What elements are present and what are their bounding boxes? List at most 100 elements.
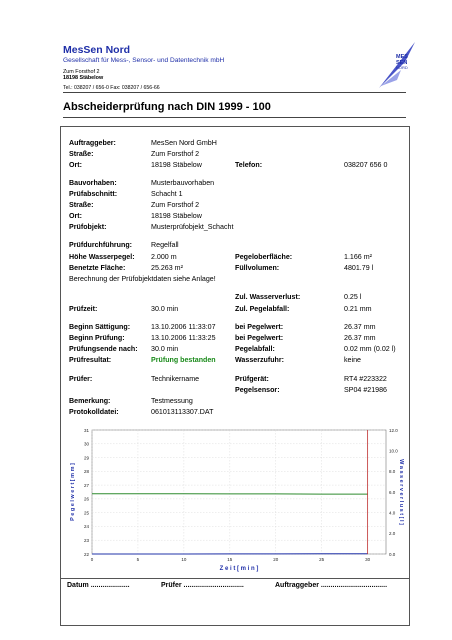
fuellvolumen-value: 4801.79 l: [344, 264, 374, 272]
client-strasse-value: Zum Forsthof 2: [151, 150, 200, 158]
company-name: MesSen Nord: [63, 44, 131, 56]
pruefgeraet-value: RT4 #223322: [344, 375, 387, 383]
company-city: 18198 Stäbelow: [63, 75, 104, 81]
wasserzufuhr-label: Wasserzufuhr:: [235, 356, 285, 364]
x-tick-label: 0: [91, 557, 94, 562]
wasserpegel-value: 2.000 m: [151, 253, 177, 261]
pruefer-label: Prüfer:: [69, 375, 93, 383]
y-right-axis-label: W a s s e r v e r l u s t [ l ]: [398, 459, 404, 525]
pruefresultat-label: Prüfresultat:: [69, 356, 112, 364]
pruefabschnitt-label: Prüfabschnitt:: [69, 190, 118, 198]
y-left-tick-label: 22: [84, 552, 90, 557]
y-left-tick-label: 25: [84, 510, 90, 515]
pegelabfall-label: Pegelabfall:: [235, 345, 275, 353]
y-right-tick-label: 4.0: [389, 510, 396, 515]
y-right-tick-label: 10.0: [389, 448, 398, 453]
y-right-tick-label: 0.0: [389, 552, 396, 557]
footer-divider: [60, 578, 410, 579]
pegel-chart: 22 23 24 25 26 27 28 29 30 31 0.0 2.0 4.0 6.0 8.0 10.0 1…: [70, 428, 404, 572]
header-divider: [63, 92, 406, 93]
x-tick-label: 30: [365, 557, 371, 562]
y-right-tick-label: 6.0: [389, 490, 396, 495]
page-title: Abscheiderprüfung nach DIN 1999 - 100: [63, 101, 271, 113]
pruefresultat-value: Prüfung bestanden: [151, 356, 216, 364]
messen-logo: MES SEN NORD: [379, 42, 415, 88]
zul-wasserverlust-value: 0.25 l: [344, 293, 362, 301]
wasserpegel-label: Höhe Wasserpegel:: [69, 253, 135, 261]
berechnung-note: Berechnung der Prüfobjektdaten siehe Anl…: [69, 275, 216, 283]
beginn-saettigung-label: Beginn Sättigung:: [69, 323, 131, 331]
x-tick-label: 15: [227, 557, 233, 562]
chart-plot-area: [91, 429, 387, 555]
bemerkung-value: Testmessung: [151, 397, 193, 405]
client-ort-value: 18198 Stäbelow: [151, 161, 202, 169]
telefon-label: Telefon:: [235, 161, 263, 169]
x-axis-label: Z e i t [ m i n ]: [220, 566, 259, 572]
pruefdurchfuehrung-value: Regelfall: [151, 241, 179, 249]
pruefobjekt-value: Musterprüfobjekt_Schacht: [151, 223, 234, 231]
pruefgeraet-label: Prüfgerät:: [235, 375, 269, 383]
x-tick-label: 20: [273, 557, 279, 562]
y-left-tick-label: 29: [84, 455, 90, 460]
pegelabfall-value: 0.02 mm (0.02 l): [344, 345, 396, 353]
pegelwert1-label: bei Pegelwert:: [235, 323, 284, 331]
bauvorhaben-label: Bauvorhaben:: [69, 179, 117, 187]
beginn-pruefung-value: 13.10.2006 11:33:25: [151, 334, 216, 342]
client-strasse-label: Straße:: [69, 150, 94, 158]
zul-wasserverlust-label: Zul. Wasserverlust:: [235, 293, 301, 301]
pruefzeit-value: 30.0 min: [151, 305, 179, 313]
pruefabschnitt-value: Schacht 1: [151, 190, 183, 198]
wasserzufuhr-value: keine: [344, 356, 361, 364]
auftraggeber-label: Auftraggeber:: [69, 139, 116, 147]
y-left-tick-label: 24: [84, 524, 90, 529]
y-left-tick-label: 31: [84, 428, 90, 433]
zul-pegelabfall-label: Zul. Pegelabfall:: [235, 305, 290, 313]
y-right-tick-label: 12.0: [389, 428, 398, 433]
y-right-tick-label: 2.0: [389, 531, 396, 536]
benetzte-flaeche-value: 25.263 m²: [151, 264, 183, 272]
pegelwert2-value: 26.37 mm: [344, 334, 376, 342]
pruefer-value: Technikername: [151, 375, 200, 383]
company-contact: Tel.: 038207 / 656-0 Fax: 038207 / 656-6…: [63, 85, 160, 91]
footer-auftraggeber: Auftraggeber ...........................…: [275, 582, 388, 589]
project-ort-value: 18198 Stäbelow: [151, 212, 202, 220]
pruefzeit-label: Prüfzeit:: [69, 305, 98, 313]
logo-arrow-accent: [381, 70, 401, 86]
bemerkung-label: Bemerkung:: [69, 397, 111, 405]
pegeloberflaeche-label: Pegeloberfläche:: [235, 253, 293, 261]
pruefungsende-label: Prüfungsende nach:: [69, 345, 138, 353]
x-tick-label: 10: [181, 557, 187, 562]
y-left-tick-label: 28: [84, 469, 90, 474]
auftraggeber-value: MesSen Nord GmbH: [151, 139, 217, 147]
footer-pruefer: Prüfer ...............................: [161, 582, 244, 589]
x-tick-label: 25: [319, 557, 325, 562]
protokolldatei-label: Protokolldatei:: [69, 408, 119, 416]
pegeloberflaeche-value: 1.166 m²: [344, 253, 372, 261]
beginn-pruefung-label: Beginn Prüfung:: [69, 334, 125, 342]
pegelsensor-value: SP04 #21986: [344, 386, 387, 394]
pruefdurchfuehrung-label: Prüfdurchführung:: [69, 241, 133, 249]
y-right-tick-label: 8.0: [389, 469, 396, 474]
y-left-tick-label: 30: [84, 442, 90, 447]
pegelwert2-label: bei Pegelwert:: [235, 334, 284, 342]
y-left-axis-label: P e g e l w e r t [ m m ]: [70, 463, 76, 521]
project-strasse-value: Zum Forsthof 2: [151, 201, 200, 209]
logo-text-3: NORD: [396, 65, 408, 70]
company-subtitle: Gesellschaft für Mess-, Sensor- und Date…: [63, 57, 225, 64]
zul-pegelabfall-value: 0.21 mm: [344, 305, 372, 313]
pruefungsende-value: 30.0 min: [151, 345, 179, 353]
footer-datum: Datum ....................: [67, 582, 130, 589]
client-ort-label: Ort:: [69, 161, 83, 169]
fuellvolumen-label: Füllvolumen:: [235, 264, 280, 272]
y-left-tick-label: 27: [84, 483, 90, 488]
project-strasse-label: Straße:: [69, 201, 94, 209]
title-divider: [63, 117, 406, 118]
pruefobjekt-label: Prüfobjekt:: [69, 223, 107, 231]
telefon-value: 038207 656 0: [344, 161, 388, 169]
project-ort-label: Ort:: [69, 212, 83, 220]
pegelsensor-label: Pegelsensor:: [235, 386, 280, 394]
y-left-tick-label: 23: [84, 538, 90, 543]
protokolldatei-value: 061013113307.DAT: [151, 408, 214, 416]
beginn-saettigung-value: 13.10.2006 11:33:07: [151, 323, 216, 331]
y-left-tick-label: 26: [84, 497, 90, 502]
